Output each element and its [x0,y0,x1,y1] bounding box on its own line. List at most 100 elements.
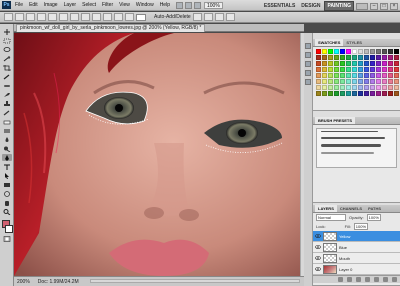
bridge-icon[interactable] [175,1,183,9]
blend-mode-select[interactable]: Normal [316,214,346,221]
navigator-icon[interactable] [305,61,311,67]
grid-icon[interactable] [193,1,201,9]
color-swatch[interactable] [382,67,387,72]
blur-tool-icon[interactable] [2,136,12,143]
color-swatch[interactable] [328,55,333,60]
color-swatch[interactable] [364,73,369,78]
color-swatch[interactable] [340,91,345,96]
color-swatch[interactable] [376,85,381,90]
color-swatch[interactable] [394,61,399,66]
tab-layers[interactable]: LAYERS [315,205,337,212]
horizontal-scrollbar[interactable] [90,279,300,283]
color-swatch[interactable] [340,67,345,72]
brush-stroke-preset[interactable] [321,131,378,132]
color-swatch[interactable] [382,49,387,54]
color-swatch[interactable] [370,79,375,84]
layer-row-layer-0[interactable]: Layer 0 [313,264,400,275]
color-swatch[interactable] [376,91,381,96]
color-swatch[interactable] [346,49,351,54]
color-swatch[interactable] [394,91,399,96]
color-swatch[interactable] [340,61,345,66]
quick-selection-tool-icon[interactable] [2,55,12,62]
color-swatch[interactable] [364,61,369,66]
color-swatch[interactable] [334,73,339,78]
menu-window[interactable]: Window [136,2,154,8]
tab-swatches[interactable]: SWATCHES [315,39,344,46]
color-swatch[interactable] [340,85,345,90]
color-swatch[interactable] [364,85,369,90]
color-swatch[interactable] [352,85,357,90]
color-swatch[interactable] [346,79,351,84]
color-swatch[interactable] [340,49,345,54]
color-swatch[interactable] [316,85,321,90]
color-swatch[interactable] [376,49,381,54]
brush-stroke-preset[interactable] [321,152,375,154]
color-swatch[interactable] [328,85,333,90]
dodge-tool-icon[interactable] [2,145,12,152]
menu-filter[interactable]: Filter [102,2,113,8]
color-swatch[interactable] [352,73,357,78]
new-layer-icon[interactable] [383,277,388,282]
color-swatch[interactable] [382,73,387,78]
color-swatch[interactable] [388,79,393,84]
add-mask-icon[interactable] [356,277,361,282]
color-swatch[interactable] [322,91,327,96]
color-swatch[interactable] [352,91,357,96]
color-swatch[interactable] [322,79,327,84]
menu-select[interactable]: Select [82,2,96,8]
color-swatch[interactable] [322,73,327,78]
marquee-tool-icon[interactable] [2,37,12,44]
color-swatch[interactable] [334,91,339,96]
color-swatch[interactable] [334,61,339,66]
color-swatch[interactable] [394,55,399,60]
menu-view[interactable]: View [119,2,130,8]
color-swatch[interactable] [316,55,321,60]
color-swatch[interactable] [358,79,363,84]
color-swatch[interactable] [340,55,345,60]
color-swatch[interactable] [364,67,369,72]
trash-icon[interactable] [392,277,397,282]
color-swatch[interactable] [334,55,339,60]
path-area-intersect-icon[interactable] [214,13,224,21]
menu-layer[interactable]: Layer [64,2,77,8]
eyedropper-tool-icon[interactable] [2,73,12,80]
menu-image[interactable]: Image [44,2,58,8]
minimize-button[interactable]: – [370,2,378,10]
layer-name[interactable]: Yellow [339,234,350,239]
color-swatch[interactable] [388,55,393,60]
layer-name[interactable]: Blue [339,245,347,250]
color-swatch[interactable] [394,73,399,78]
background-color-swatch[interactable] [4,225,13,233]
pen-tool-preset-icon[interactable] [4,13,13,21]
color-swatch[interactable] [376,61,381,66]
color-swatch[interactable] [346,73,351,78]
brush-stroke-preset[interactable] [321,137,385,139]
color-swatch[interactable] [370,55,375,60]
layer-row-mouth[interactable]: Mouth [313,253,400,264]
tab-channels[interactable]: CHANNELS [337,205,365,212]
color-swatch[interactable] [334,79,339,84]
layer-name[interactable]: Mouth [339,256,350,261]
path-area-exclude-icon[interactable] [225,13,235,21]
color-swatch[interactable] [316,73,321,78]
menu-help[interactable]: Help [160,2,170,8]
clone-stamp-tool-icon[interactable] [2,100,12,107]
fill-input[interactable]: 100% [353,223,368,230]
color-swatch[interactable] [346,61,351,66]
cs-live-icon[interactable] [356,2,368,10]
color-swatch[interactable] [322,85,327,90]
color-swatch[interactable] [340,79,345,84]
color-swatch[interactable] [394,49,399,54]
color-swatch[interactable] [340,73,345,78]
zoom-level[interactable]: 100% [203,1,223,9]
maximize-button[interactable]: □ [380,2,388,10]
color-swatch[interactable] [376,79,381,84]
color-swatch[interactable] [358,55,363,60]
layer-name[interactable]: Layer 0 [339,267,352,272]
opacity-input[interactable]: 100% [366,214,381,221]
color-swatch[interactable] [322,49,327,54]
color-swatch[interactable] [352,55,357,60]
menu-edit[interactable]: Edit [29,2,38,8]
color-swatch[interactable] [382,91,387,96]
color-swatch[interactable] [364,49,369,54]
